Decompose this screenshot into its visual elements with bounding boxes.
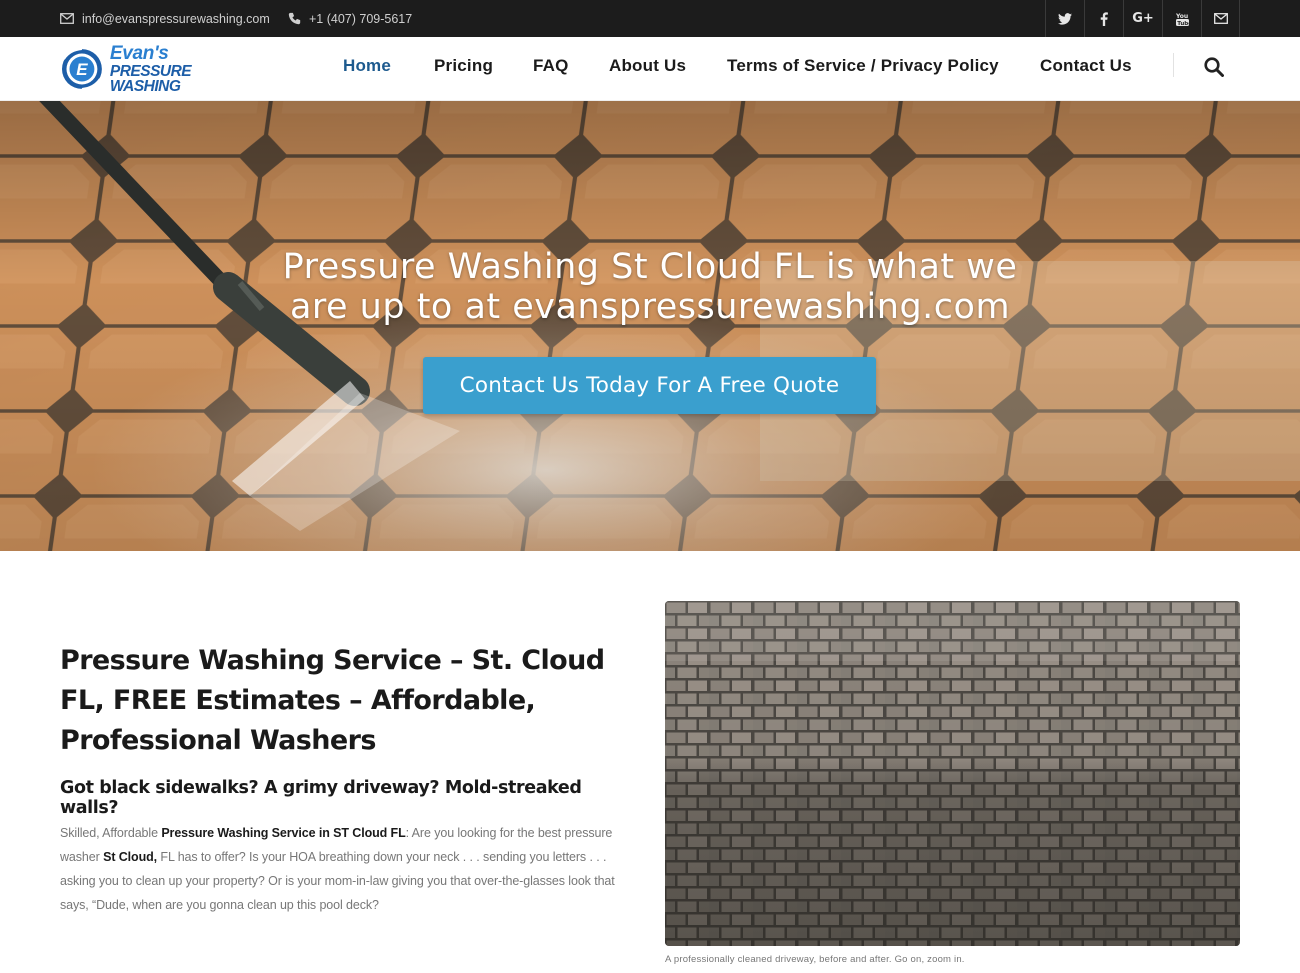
topbar-phone[interactable]: +1 (407) 709-5617 [288, 0, 412, 37]
service-subtitle: Got black sidewalks? A grimy driveway? M… [60, 778, 582, 818]
nav-pricing[interactable]: Pricing [434, 56, 493, 76]
nav-home[interactable]: Home [343, 56, 391, 76]
topbar-phone-text[interactable]: +1 (407) 709-5617 [309, 12, 412, 26]
hero-headline-line1: Pressure Washing St Cloud FL is what we [282, 247, 1018, 287]
svg-text:You: You [1176, 13, 1188, 20]
free-quote-button[interactable]: Contact Us Today For A Free Quote [423, 357, 876, 414]
desc-intro: Skilled, Affordable [60, 826, 162, 840]
logo-letter: E [76, 60, 88, 79]
top-bar: info@evanspressurewashing.com +1 (407) 7… [0, 0, 1300, 37]
nav-contact-us[interactable]: Contact Us [1040, 56, 1132, 76]
driveway-before-after-photo[interactable] [665, 601, 1240, 946]
site-logo[interactable]: E Evan's PRESSURE WASHING [60, 42, 265, 94]
envelope-icon [60, 13, 74, 24]
youtube-icon[interactable]: YouTube [1162, 0, 1201, 37]
mail-icon[interactable] [1201, 0, 1240, 37]
social-links: G+ YouTube [1045, 0, 1240, 37]
site-header: E Evan's PRESSURE WASHING Home Pricing F… [0, 37, 1300, 101]
nav-divider [1173, 53, 1174, 77]
topbar-email[interactable]: info@evanspressurewashing.com [60, 0, 270, 37]
google-plus-icon[interactable]: G+ [1123, 0, 1162, 37]
photo-caption: A professionally cleaned driveway, befor… [665, 954, 965, 965]
hero-headline-line2: are up to at evanspressurewashing.com [289, 287, 1011, 327]
nav-faq[interactable]: FAQ [533, 56, 569, 76]
logo-emblem-icon: E [61, 48, 102, 90]
logo-line1: Evan's [109, 42, 169, 64]
topbar-email-text[interactable]: info@evanspressurewashing.com [82, 12, 270, 26]
nav-about-us[interactable]: About Us [609, 56, 686, 76]
facebook-icon[interactable] [1084, 0, 1123, 37]
svg-text:Tube: Tube [1177, 20, 1189, 25]
search-button[interactable] [1201, 54, 1227, 80]
hero-banner: Pressure Washing St Cloud FL is what we … [0, 101, 1300, 551]
nav-terms-privacy[interactable]: Terms of Service / Privacy Policy [727, 56, 999, 76]
twitter-icon[interactable] [1045, 0, 1084, 37]
desc-bold-city: St Cloud, [103, 850, 158, 864]
desc-bold-service: Pressure Washing Service in ST Cloud FL [161, 826, 406, 840]
search-icon [1204, 57, 1224, 77]
logo-line2: PRESSURE WASHING [109, 62, 192, 95]
hero-headline: Pressure Washing St Cloud FL is what we … [250, 247, 1050, 327]
driveway-photo-image [665, 601, 1240, 946]
service-title: Pressure Washing Service – St. Cloud FL,… [60, 645, 605, 756]
phone-icon [288, 12, 301, 25]
service-description: Skilled, Affordable Pressure Washing Ser… [60, 821, 630, 917]
